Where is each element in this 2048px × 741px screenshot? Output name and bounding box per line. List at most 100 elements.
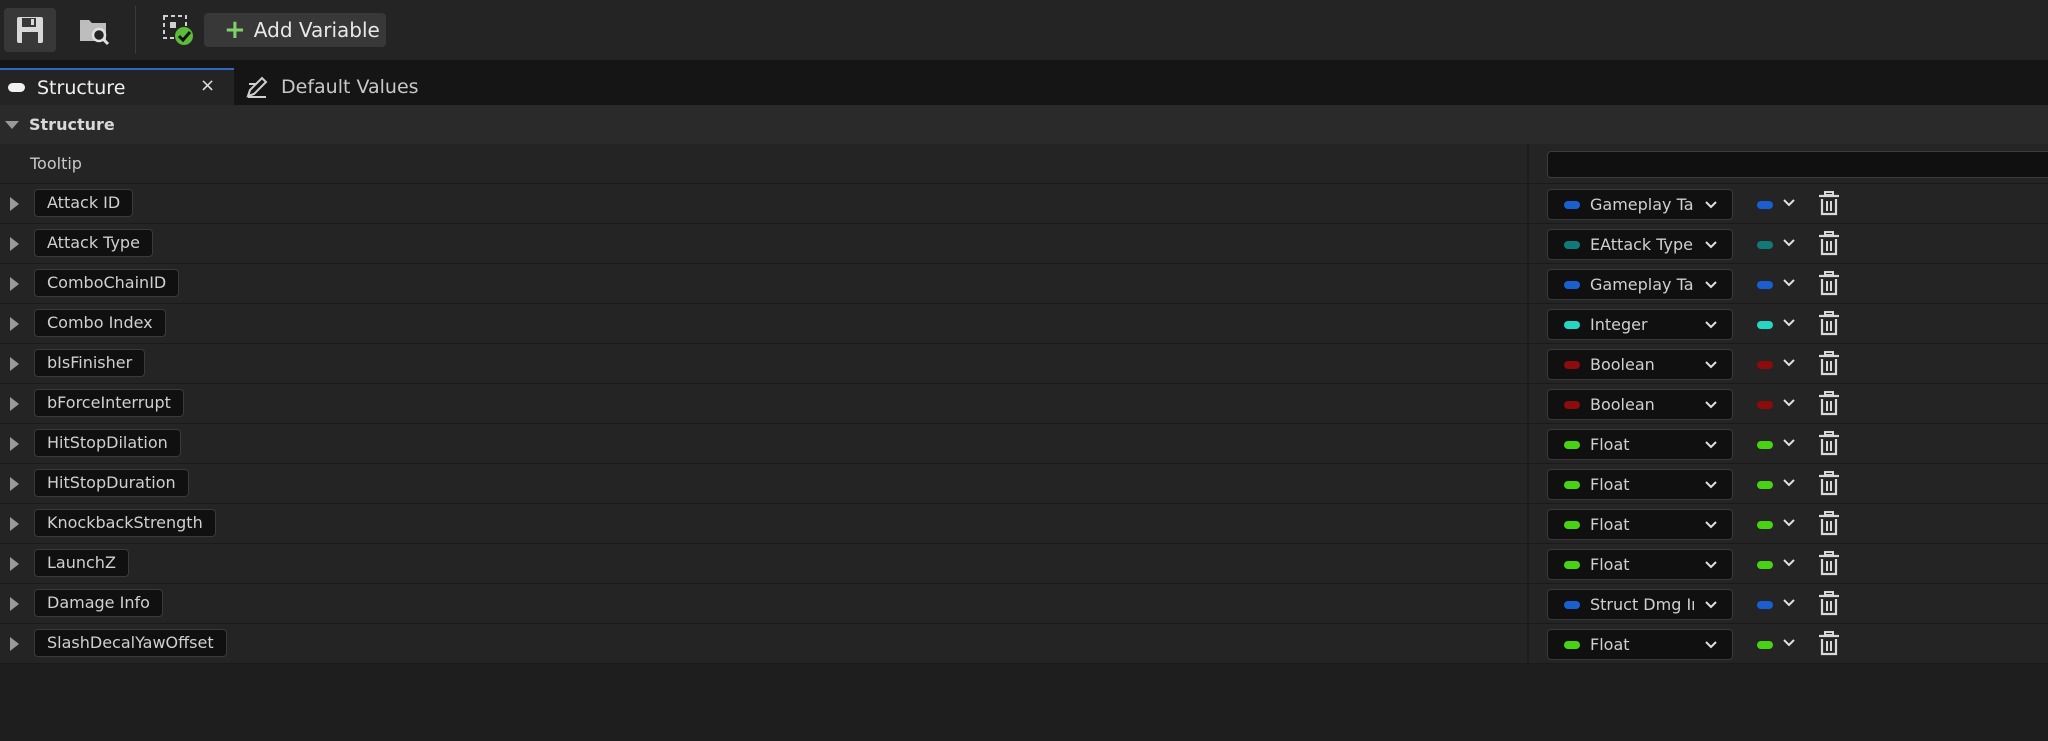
expand-arrow-icon[interactable] <box>10 277 19 291</box>
column-splitter[interactable] <box>1527 424 1529 464</box>
variable-type-dropdown[interactable]: Float <box>1547 549 1733 580</box>
delete-variable-button[interactable] <box>1818 391 1840 421</box>
delete-variable-button[interactable] <box>1818 511 1840 541</box>
container-type-dropdown[interactable] <box>1757 389 1807 420</box>
variable-type-dropdown[interactable]: Float <box>1547 469 1733 500</box>
variable-name-field[interactable]: Combo Index <box>34 309 166 337</box>
delete-variable-button[interactable] <box>1818 231 1840 261</box>
tab-default-values-label: Default Values <box>281 75 419 98</box>
tooltip-input[interactable] <box>1547 151 2048 178</box>
delete-variable-button[interactable] <box>1818 191 1840 221</box>
container-type-dropdown[interactable] <box>1757 549 1807 580</box>
section-title: Structure <box>29 115 115 134</box>
container-type-dropdown[interactable] <box>1757 429 1807 460</box>
variable-type-dropdown[interactable]: Gameplay Tag <box>1547 189 1733 220</box>
close-icon[interactable]: × <box>200 75 215 96</box>
column-splitter[interactable] <box>1527 464 1529 504</box>
variable-type-dropdown[interactable]: Boolean <box>1547 349 1733 380</box>
column-splitter[interactable] <box>1527 584 1529 624</box>
expand-arrow-icon[interactable] <box>10 477 19 491</box>
column-splitter[interactable] <box>1527 184 1529 224</box>
variable-name-field[interactable]: KnockbackStrength <box>34 509 216 537</box>
variable-row: SlashDecalYawOffset Float <box>0 624 2048 664</box>
container-type-dropdown[interactable] <box>1757 589 1807 620</box>
structure-section-header[interactable]: Structure <box>0 105 2048 144</box>
variable-name-field[interactable]: HitStopDuration <box>34 469 189 497</box>
container-type-dropdown[interactable] <box>1757 189 1807 220</box>
container-type-dropdown[interactable] <box>1757 629 1807 660</box>
variable-type-dropdown[interactable]: Float <box>1547 509 1733 540</box>
struct-status-icon <box>163 15 193 45</box>
variable-name-field[interactable]: SlashDecalYawOffset <box>34 629 227 657</box>
column-splitter[interactable] <box>1527 344 1529 384</box>
variable-name-field[interactable]: ComboChainID <box>34 269 180 297</box>
column-splitter[interactable] <box>1527 624 1529 664</box>
expand-arrow-icon[interactable] <box>10 437 19 451</box>
type-color-pill <box>1564 560 1580 569</box>
chevron-down-icon <box>1704 435 1718 459</box>
delete-variable-button[interactable] <box>1818 431 1840 461</box>
container-color-pill <box>1757 520 1773 529</box>
container-type-dropdown[interactable] <box>1757 509 1807 540</box>
column-splitter[interactable] <box>1527 504 1529 544</box>
tab-default-values[interactable]: Default Values <box>245 68 419 105</box>
variable-type-label: Float <box>1590 475 1630 494</box>
expand-arrow-icon[interactable] <box>10 237 19 251</box>
expand-arrow-icon[interactable] <box>10 397 19 411</box>
delete-variable-button[interactable] <box>1818 551 1840 581</box>
expand-arrow-icon[interactable] <box>10 557 19 571</box>
column-splitter[interactable] <box>1527 304 1529 344</box>
delete-variable-button[interactable] <box>1818 591 1840 621</box>
chevron-down-icon <box>1704 635 1718 659</box>
chevron-down-icon <box>1704 595 1718 619</box>
container-type-dropdown[interactable] <box>1757 309 1807 340</box>
trash-icon <box>1819 191 1839 216</box>
container-type-dropdown[interactable] <box>1757 229 1807 260</box>
expand-arrow-icon[interactable] <box>10 197 19 211</box>
column-splitter[interactable] <box>1527 264 1529 304</box>
variable-name-field[interactable]: bIsFinisher <box>34 349 146 377</box>
variable-type-dropdown[interactable]: Boolean <box>1547 389 1733 420</box>
column-splitter[interactable] <box>1527 144 1529 184</box>
delete-variable-button[interactable] <box>1818 311 1840 341</box>
variable-name-field[interactable]: Attack ID <box>34 189 134 217</box>
variable-row: LaunchZ Float <box>0 544 2048 584</box>
delete-variable-button[interactable] <box>1818 471 1840 501</box>
plus-icon: + <box>224 15 246 45</box>
expand-arrow-icon[interactable] <box>10 357 19 371</box>
variable-type-label: Integer <box>1590 315 1648 334</box>
expand-arrow-icon[interactable] <box>10 597 19 611</box>
expand-arrow-icon[interactable] <box>10 517 19 531</box>
chevron-down-icon <box>1704 395 1718 419</box>
container-color-pill <box>1757 480 1773 489</box>
variable-type-dropdown[interactable]: Float <box>1547 429 1733 460</box>
variable-type-dropdown[interactable]: Struct Dmg Inf <box>1547 589 1733 620</box>
expand-arrow-icon[interactable] <box>10 637 19 651</box>
struct-status-button[interactable] <box>158 12 198 48</box>
container-type-dropdown[interactable] <box>1757 269 1807 300</box>
trash-icon <box>1819 311 1839 336</box>
tab-structure[interactable]: Structure × <box>0 68 234 105</box>
variable-name-field[interactable]: Damage Info <box>34 589 163 617</box>
container-type-dropdown[interactable] <box>1757 349 1807 380</box>
variable-name-field[interactable]: LaunchZ <box>34 549 129 577</box>
column-splitter[interactable] <box>1527 544 1529 584</box>
variable-name-field[interactable]: HitStopDilation <box>34 429 181 457</box>
variable-name-field[interactable]: Attack Type <box>34 229 153 257</box>
column-splitter[interactable] <box>1527 384 1529 424</box>
variable-type-dropdown[interactable]: EAttack Type <box>1547 229 1733 260</box>
delete-variable-button[interactable] <box>1818 271 1840 301</box>
variable-name-field[interactable]: bForceInterrupt <box>34 389 184 417</box>
save-button[interactable] <box>4 8 56 52</box>
expand-arrow-icon[interactable] <box>10 317 19 331</box>
column-splitter[interactable] <box>1527 224 1529 264</box>
variable-type-dropdown[interactable]: Integer <box>1547 309 1733 340</box>
container-type-dropdown[interactable] <box>1757 469 1807 500</box>
variable-type-dropdown[interactable]: Float <box>1547 629 1733 660</box>
delete-variable-button[interactable] <box>1818 631 1840 661</box>
variable-type-dropdown[interactable]: Gameplay Tag <box>1547 269 1733 300</box>
browse-button[interactable] <box>74 10 114 50</box>
type-color-pill <box>1564 640 1580 649</box>
add-variable-button[interactable]: + Add Variable <box>204 13 386 47</box>
delete-variable-button[interactable] <box>1818 351 1840 381</box>
